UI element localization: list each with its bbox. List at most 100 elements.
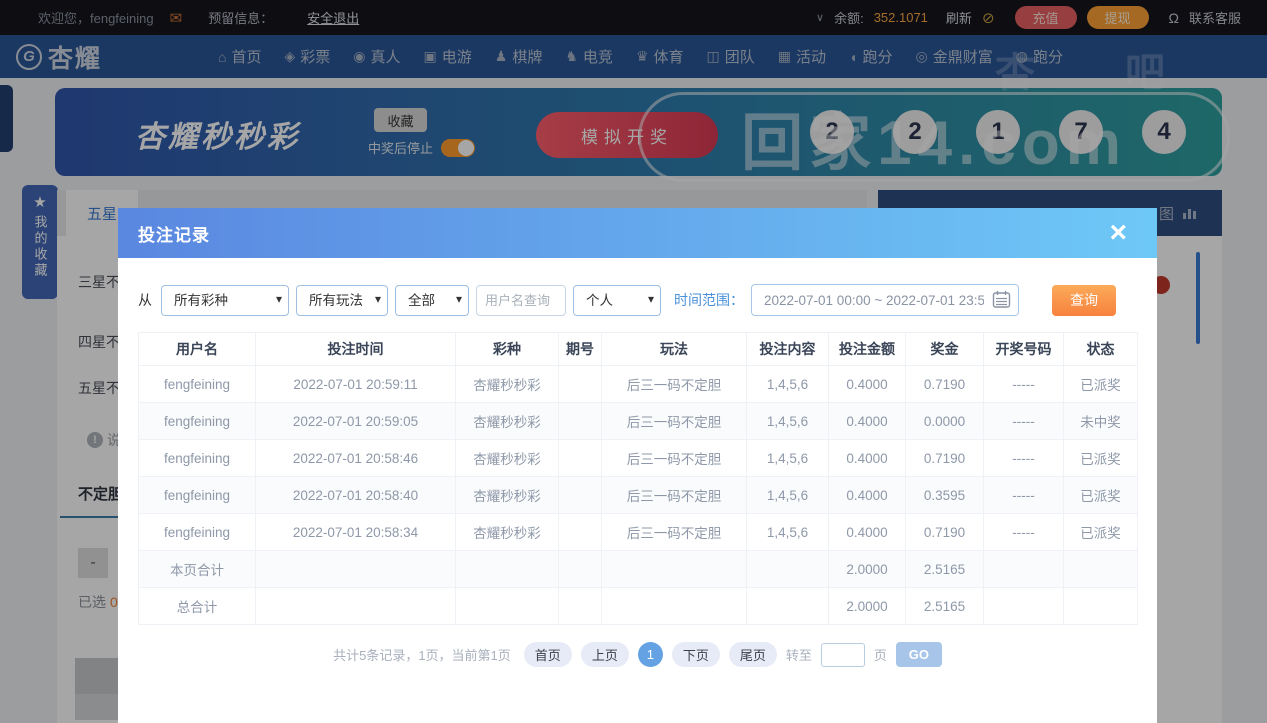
table-body: fengfeining 2022-07-01 20:59:11 杏耀秒秒彩 后三一码不… bbox=[138, 365, 1138, 625]
column-header: 用户名 bbox=[138, 332, 256, 366]
lottery-select[interactable]: 所有彩种 bbox=[161, 284, 289, 316]
cell: fengfeining bbox=[138, 476, 256, 514]
cell: 2022-07-01 20:58:46 bbox=[255, 439, 456, 477]
cell: fengfeining bbox=[138, 513, 256, 551]
bet-records-modal: 投注记录 × 从 所有彩种 ▾ 所有玩法 ▾ 全部 ▾ 个人 ▾ 时间范围： bbox=[118, 208, 1157, 723]
cell: ----- bbox=[983, 476, 1064, 514]
cell bbox=[455, 550, 559, 588]
from-label: 从 bbox=[138, 292, 152, 308]
cell bbox=[558, 439, 602, 477]
table-row: fengfeining 2022-07-01 20:58:40 杏耀秒秒彩 后三一码不… bbox=[138, 476, 1138, 514]
cell: 总合计 bbox=[138, 587, 256, 625]
status-badge: 已派奖 bbox=[1063, 365, 1138, 403]
cell bbox=[746, 587, 829, 625]
cell bbox=[601, 550, 747, 588]
play-select[interactable]: 所有玩法 bbox=[296, 284, 388, 316]
cell: 2022-07-01 20:58:34 bbox=[255, 513, 456, 551]
scope-select-wrap: 个人 ▾ bbox=[573, 284, 661, 316]
cell bbox=[601, 587, 747, 625]
cell: 后三一码不定胆 bbox=[601, 476, 747, 514]
time-range-label: 时间范围： bbox=[674, 292, 744, 308]
status-badge bbox=[1063, 587, 1138, 625]
cell: 杏耀秒秒彩 bbox=[455, 476, 559, 514]
status-badge: 已派奖 bbox=[1063, 476, 1138, 514]
cell: 0.4000 bbox=[828, 439, 906, 477]
modal-body: 从 所有彩种 ▾ 所有玩法 ▾ 全部 ▾ 个人 ▾ 时间范围： bbox=[118, 284, 1157, 667]
cell: ----- bbox=[983, 365, 1064, 403]
cell bbox=[255, 587, 456, 625]
column-header: 奖金 bbox=[905, 332, 984, 366]
column-header: 投注金额 bbox=[828, 332, 906, 366]
cell: 0.4000 bbox=[828, 476, 906, 514]
cell bbox=[983, 587, 1064, 625]
cell: 2022-07-01 20:58:40 bbox=[255, 476, 456, 514]
prev-page-button[interactable]: 上页 bbox=[580, 642, 629, 667]
modal-header: 投注记录 × bbox=[118, 208, 1157, 258]
cell: fengfeining bbox=[138, 439, 256, 477]
bet-records-table: 用户名 投注时间 彩种 期号 玩法 投注内容 投注金额 奖金 开奖号码 状态 fengfeinin… bbox=[138, 332, 1138, 625]
pagination-summary: 共计5条记录，1页，当前第1页 bbox=[333, 648, 511, 663]
next-page-button[interactable]: 下页 bbox=[671, 642, 720, 667]
column-header: 开奖号码 bbox=[983, 332, 1064, 366]
go-button[interactable]: GO bbox=[895, 642, 942, 667]
cell: 2.0000 bbox=[828, 587, 906, 625]
cell: 杏耀秒秒彩 bbox=[455, 402, 559, 440]
cell: 1,4,5,6 bbox=[746, 476, 829, 514]
column-header: 期号 bbox=[558, 332, 602, 366]
cell: 后三一码不定胆 bbox=[601, 513, 747, 551]
status-badge bbox=[1063, 550, 1138, 588]
cell: 1,4,5,6 bbox=[746, 439, 829, 477]
column-header: 彩种 bbox=[455, 332, 559, 366]
cell: ----- bbox=[983, 402, 1064, 440]
cell bbox=[455, 587, 559, 625]
page-unit-label: 页 bbox=[873, 648, 887, 663]
cell: 0.4000 bbox=[828, 513, 906, 551]
all-select-wrap: 全部 ▾ bbox=[395, 284, 469, 316]
column-header: 投注时间 bbox=[255, 332, 456, 366]
scope-select[interactable]: 个人 bbox=[573, 284, 661, 316]
query-button[interactable]: 查询 bbox=[1052, 284, 1116, 316]
last-page-button[interactable]: 尾页 bbox=[728, 642, 777, 667]
cell: 0.7190 bbox=[905, 365, 984, 403]
column-header: 投注内容 bbox=[746, 332, 829, 366]
lottery-select-wrap: 所有彩种 ▾ bbox=[161, 284, 289, 316]
cell bbox=[558, 513, 602, 551]
cell: 2022-07-01 20:59:11 bbox=[255, 365, 456, 403]
cell bbox=[558, 550, 602, 588]
username-input[interactable] bbox=[476, 284, 566, 316]
cell: 后三一码不定胆 bbox=[601, 439, 747, 477]
cell bbox=[558, 402, 602, 440]
cell: 1,4,5,6 bbox=[746, 365, 829, 403]
close-icon[interactable]: × bbox=[1109, 218, 1127, 248]
table-row: fengfeining 2022-07-01 20:58:46 杏耀秒秒彩 后三一码不… bbox=[138, 439, 1138, 477]
goto-label: 转至 bbox=[785, 648, 812, 663]
status-badge: 已派奖 bbox=[1063, 513, 1138, 551]
date-range-wrap bbox=[751, 284, 1019, 316]
first-page-button[interactable]: 首页 bbox=[523, 642, 572, 667]
cell: 0.3595 bbox=[905, 476, 984, 514]
status-badge: 未中奖 bbox=[1063, 402, 1138, 440]
cell: 2.5165 bbox=[905, 550, 984, 588]
table-row: 本页合计 2.0000 2.5165 bbox=[138, 550, 1138, 588]
play-select-wrap: 所有玩法 ▾ bbox=[296, 284, 388, 316]
cell: 本页合计 bbox=[138, 550, 256, 588]
date-range-input[interactable] bbox=[751, 284, 1019, 316]
modal-title: 投注记录 bbox=[138, 225, 210, 245]
table-row: 总合计 2.0000 2.5165 bbox=[138, 587, 1138, 625]
table-row: fengfeining 2022-07-01 20:58:34 杏耀秒秒彩 后三一码不… bbox=[138, 513, 1138, 551]
all-select[interactable]: 全部 bbox=[395, 284, 469, 316]
cell: 0.4000 bbox=[828, 365, 906, 403]
cell: 1,4,5,6 bbox=[746, 402, 829, 440]
cell: 1,4,5,6 bbox=[746, 513, 829, 551]
cell: ----- bbox=[983, 439, 1064, 477]
column-header: 状态 bbox=[1063, 332, 1138, 366]
cell bbox=[983, 550, 1064, 588]
cell: 0.7190 bbox=[905, 439, 984, 477]
cell: 后三一码不定胆 bbox=[601, 365, 747, 403]
cell: 0.0000 bbox=[905, 402, 984, 440]
goto-page-input[interactable] bbox=[820, 642, 865, 667]
current-page-badge[interactable]: 1 bbox=[637, 642, 663, 667]
status-badge: 已派奖 bbox=[1063, 439, 1138, 477]
calendar-icon[interactable] bbox=[992, 290, 1011, 309]
column-header: 玩法 bbox=[601, 332, 747, 366]
